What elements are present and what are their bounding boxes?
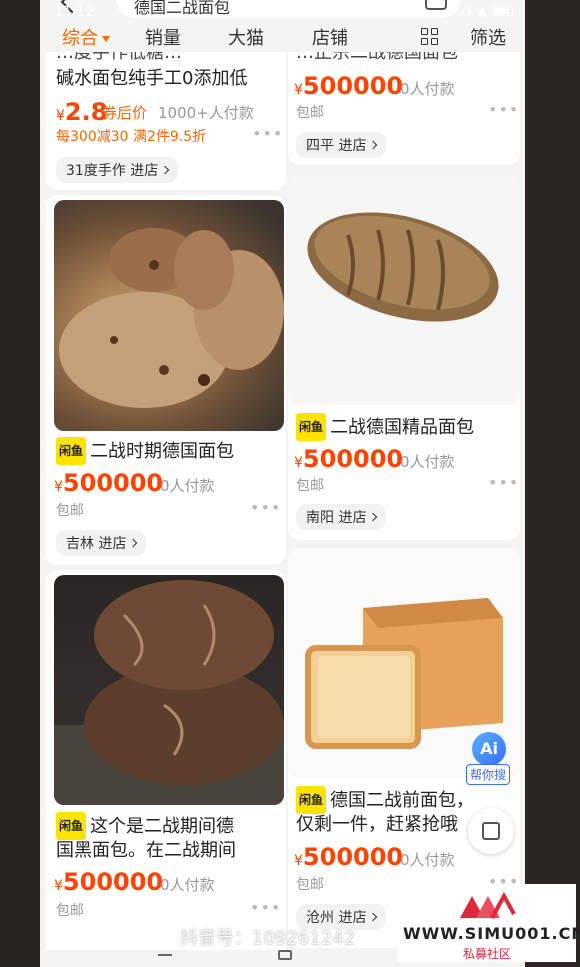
nav-home-icon[interactable]: [278, 950, 292, 960]
right-background: [525, 0, 580, 967]
filter-comprehensive[interactable]: 综合: [62, 24, 110, 50]
sold-count: 0人付款: [400, 453, 455, 471]
sold-count: 0人付款: [400, 851, 455, 869]
shop-link[interactable]: 四平 进店: [296, 132, 387, 158]
product-title: 闲鱼 二战时期德国面包: [56, 437, 234, 465]
more-icon[interactable]: •••: [488, 473, 519, 492]
status-time: 11:12: [54, 4, 95, 20]
ai-icon: Ai: [472, 732, 506, 766]
filter-comprehensive-label: 综合: [62, 28, 98, 49]
search-query: 德国二战面包: [134, 0, 231, 17]
shipping-label: 包邮: [296, 877, 324, 893]
left-background: [0, 0, 40, 967]
xianyu-badge: 闲鱼: [296, 413, 327, 441]
grid-view-icon[interactable]: [421, 28, 439, 46]
more-icon[interactable]: •••: [250, 498, 281, 517]
product-card[interactable]: 闲鱼 二战德国精品面包 ¥500000 0人付款 包邮 ••• 南阳 进店: [288, 175, 520, 540]
promo-text: 每300减30 满2件9.5折: [56, 129, 207, 145]
edit-icon: [482, 822, 500, 840]
shipping-label: 包邮: [56, 903, 84, 919]
product-image[interactable]: [288, 175, 520, 405]
edit-float-button[interactable]: [468, 808, 514, 854]
ai-search-button[interactable]: Ai 帮你搜: [466, 732, 514, 785]
search-input[interactable]: 德国二战面包: [116, 0, 461, 18]
shipping-label: 包邮: [296, 478, 324, 494]
sold-count: 0人付款: [160, 477, 215, 495]
status-icons: ◔ ▲: [461, 4, 513, 18]
caret-down-icon: [102, 36, 110, 42]
logo-subtitle: 私募社区: [462, 947, 511, 961]
xianyu-badge: 闲鱼: [296, 786, 327, 814]
chevron-right-icon: [129, 538, 138, 548]
chevron-right-icon: [369, 512, 378, 522]
logo-text: WWW.SIMU001.CN: [403, 924, 580, 943]
filter-tmall[interactable]: 大猫: [228, 24, 264, 50]
product-title: 闲鱼 二战德国精品面包: [296, 413, 474, 441]
more-icon[interactable]: •••: [250, 898, 281, 917]
nav-menu-icon[interactable]: [158, 954, 172, 956]
more-icon[interactable]: •••: [252, 124, 283, 143]
product-price: ¥500000: [54, 469, 164, 497]
product-price: ¥2.8: [56, 98, 108, 126]
filter-bar: 综合 销量 大猫 店铺 筛选: [40, 20, 525, 52]
sold-count: 1000+人付款: [158, 104, 254, 122]
product-title-line2: 碱水面包纯手工0添加低: [56, 68, 248, 89]
sold-count: 0人付款: [400, 80, 455, 98]
product-image[interactable]: [54, 200, 284, 431]
chevron-right-icon: [369, 912, 378, 922]
simu-logo: WWW.SIMU001.CN 私募社区: [398, 884, 580, 962]
product-title-line1: 闲鱼 这个是二战期间德: [56, 812, 234, 840]
shop-link[interactable]: 31度手作 进店: [56, 157, 179, 183]
shipping-label: 包邮: [296, 105, 324, 121]
filter-screen[interactable]: 筛选: [470, 24, 506, 50]
product-title-line2: 国黑面包。在二战期间: [56, 840, 236, 861]
sold-count: 0人付款: [160, 876, 215, 894]
product-price: ¥500000: [294, 843, 404, 871]
product-price: ¥500000: [54, 868, 164, 896]
signal-icon: ▲: [477, 4, 487, 18]
filter-shops[interactable]: 店铺: [312, 24, 348, 50]
simu-logo-mark: [460, 891, 516, 919]
battery-icon: [493, 6, 513, 16]
product-card[interactable]: 闲鱼 这个是二战期间德 国黑面包。在二战期间 ¥500000 0人付款 包邮 ••…: [46, 570, 286, 960]
camera-icon[interactable]: [425, 0, 447, 10]
tiktok-watermark: 抖音号：109261242: [180, 928, 356, 949]
product-title-line2: 仅剩一件，赶紧抢哦: [296, 814, 458, 835]
shop-link[interactable]: 吉林 进店: [56, 530, 147, 556]
wifi-icon: ◔: [461, 4, 472, 18]
filter-sales[interactable]: 销量: [145, 24, 181, 50]
product-image[interactable]: [54, 575, 284, 805]
chevron-right-icon: [369, 140, 378, 150]
product-card[interactable]: 闲鱼 二战时期德国面包 ¥500000 0人付款 包邮 ••• 吉林 进店: [46, 195, 286, 565]
after-coupon-tag: 券后价: [102, 104, 148, 122]
chevron-right-icon: [161, 165, 170, 175]
product-price: ¥500000: [294, 72, 404, 100]
shop-link[interactable]: 南阳 进店: [296, 504, 387, 530]
xianyu-badge: 闲鱼: [56, 437, 87, 465]
shipping-label: 包邮: [56, 503, 84, 519]
product-price: ¥500000: [294, 445, 404, 473]
product-title-line1: 闲鱼 德国二战前面包，: [296, 786, 474, 814]
more-icon[interactable]: •••: [488, 100, 519, 119]
xianyu-badge: 闲鱼: [56, 812, 87, 840]
ai-label: 帮你搜: [466, 764, 511, 785]
phone-screen: 德国二战面包 综合 销量 大猫 店铺 筛选 …度手作低糖… 碱水面包纯手工0添加…: [40, 0, 525, 967]
